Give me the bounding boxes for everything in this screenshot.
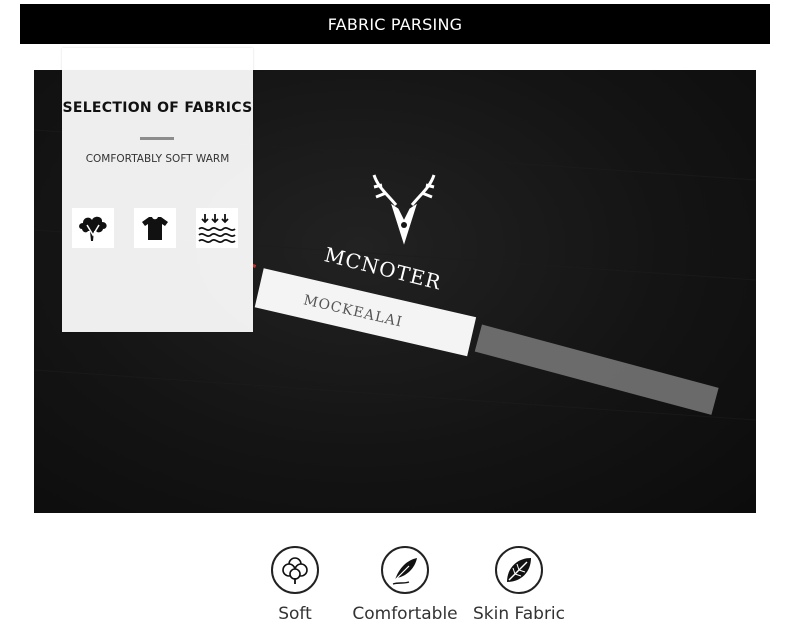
fabric-selection-card: SELECTION OF FABRICS COMFORTABLY SOFT WA… [62, 48, 253, 332]
feature-label: Skin Fabric [472, 604, 566, 624]
tshirt-icon [134, 208, 176, 248]
card-subtitle: COMFORTABLY SOFT WARM [85, 153, 230, 165]
header-title: FABRIC PARSING [327, 14, 463, 34]
feature-skin-fabric: Skin Fabric [454, 546, 584, 624]
deer-logo-icon [372, 174, 436, 245]
water-wave-icon [196, 208, 238, 248]
white-label: MOCKEALAI [254, 268, 477, 357]
card-title: SELECTION OF FABRICS [62, 100, 253, 116]
header-bar: FABRIC PARSING [20, 4, 770, 44]
leaf-icon [495, 546, 543, 594]
feature-comfortable: Comfortable [340, 546, 470, 624]
cloud-tree-icon [72, 208, 114, 248]
cotton-flower-icon [271, 546, 319, 594]
feather-icon [381, 546, 429, 594]
card-divider [140, 137, 174, 140]
gray-stripe [474, 324, 719, 415]
feature-label: Comfortable [352, 604, 458, 624]
